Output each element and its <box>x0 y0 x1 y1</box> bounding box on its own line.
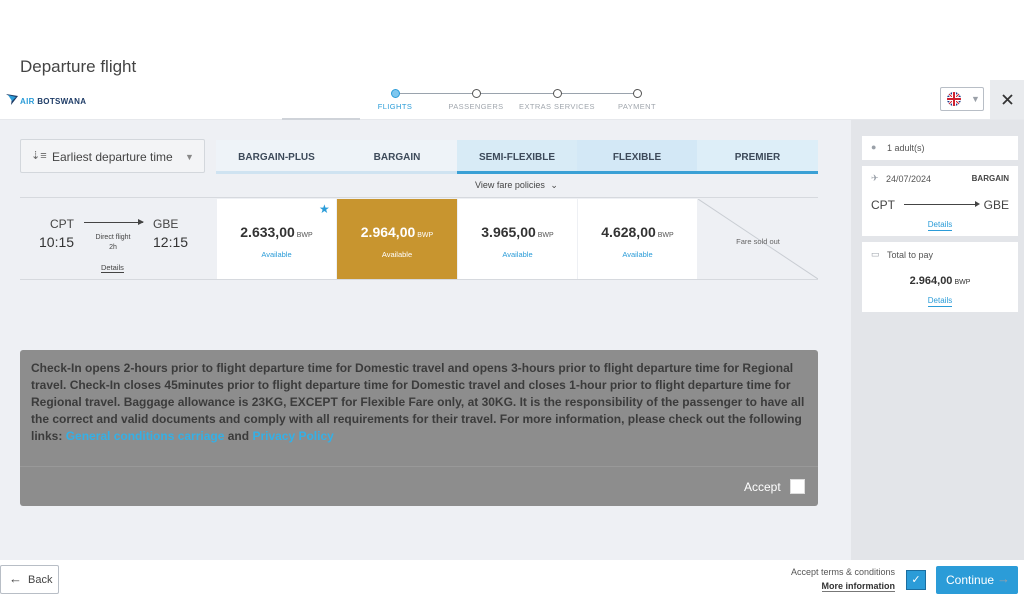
fare-family-premier[interactable]: PREMIER <box>697 140 818 174</box>
flight-summary-card: ✈ 24/07/2024 BARGAIN CPT GBE Details <box>862 166 1018 236</box>
row-divider <box>20 279 818 280</box>
page-title: Departure flight <box>20 57 137 76</box>
air-botswana-logo[interactable]: AIR BOTSWANA <box>5 92 86 106</box>
summary-destination: GBE <box>983 198 1009 212</box>
flight-destination: GBE <box>153 217 179 231</box>
passenger-summary-card: ● 1 adult(s) <box>862 136 1018 160</box>
general-conditions-link[interactable]: General conditions carriage <box>66 429 225 443</box>
header-underline <box>282 118 360 120</box>
step-label: EXTRAS SERVICES <box>519 102 595 111</box>
footer-bar <box>0 560 1024 599</box>
step-label: PAYMENT <box>618 102 656 111</box>
fare-family-semi-flexible[interactable]: SEMI-FLEXIBLE <box>457 140 577 174</box>
fare-price: 4.628,00 BWP <box>601 224 674 240</box>
ticket-icon: ▭ <box>871 249 880 259</box>
flight-summary-details-link[interactable]: Details <box>862 220 1018 231</box>
continue-label: Continue <box>946 573 995 587</box>
step-payment[interactable]: PAYMENT <box>592 88 682 111</box>
step-dot-icon <box>390 89 400 98</box>
fare-option-semi-flexible[interactable]: 3.965,00 BWP Available <box>458 199 577 279</box>
flight-duration: 2h <box>109 244 117 251</box>
step-dot-icon <box>471 89 481 98</box>
sort-dropdown[interactable]: ⇣≡ Earliest departure time ▼ <box>20 139 205 173</box>
fare-price: 2.633,00 BWP <box>240 224 313 240</box>
notice-divider <box>20 466 818 467</box>
flight-stops: Direct flight 2h <box>89 233 137 253</box>
fare-family-bargain-plus[interactable]: BARGAIN-PLUS <box>216 140 337 174</box>
zebra-tail-icon <box>6 94 18 105</box>
total-amount: 2.964,00 BWP <box>909 275 971 287</box>
privacy-policy-link[interactable]: Privacy Policy <box>252 429 333 443</box>
step-dot-icon <box>552 89 562 98</box>
chevron-down-icon: ▼ <box>185 152 194 162</box>
step-label: PASSENGERS <box>448 102 504 111</box>
fare-availability: Available <box>261 250 292 259</box>
back-button[interactable]: ← Back <box>0 565 59 594</box>
arrow-left-icon: ← <box>9 571 22 586</box>
continue-button[interactable]: Continue → <box>936 566 1018 594</box>
star-icon: ★ <box>319 202 330 216</box>
fare-option-bargain[interactable]: 2.964,00 BWP Available <box>337 199 457 279</box>
step-extras[interactable]: EXTRAS SERVICES <box>512 88 602 111</box>
flight-direct-label: Direct flight <box>95 234 131 241</box>
fare-price: 2.964,00 BWP <box>360 224 434 240</box>
top-bar <box>0 0 1024 80</box>
fare-family-bar <box>216 171 457 174</box>
accept-checkbox[interactable] <box>790 479 805 494</box>
close-icon <box>1001 94 1013 105</box>
step-passengers[interactable]: PASSENGERS <box>431 88 521 111</box>
uk-flag-icon <box>947 92 961 106</box>
flight-details-link[interactable]: Details <box>101 263 124 273</box>
summary-fare-family: BARGAIN <box>971 174 1009 183</box>
checkin-notice: Check-In opens 2-hours prior to flight d… <box>20 350 818 506</box>
logo-wordmark: AIR BOTSWANA <box>20 97 87 106</box>
arrow-right-icon <box>904 204 978 205</box>
arrow-right-icon <box>84 219 144 225</box>
row-divider <box>20 197 818 198</box>
language-select[interactable]: ▼ <box>940 87 984 111</box>
fare-family-bar <box>457 171 818 174</box>
arrow-right-icon: → <box>997 571 1010 586</box>
booking-steps: FLIGHTS PASSENGERS EXTRAS SERVICES PAYME… <box>370 88 670 113</box>
chevron-down-icon: ⌄ <box>550 180 558 190</box>
fare-availability: Available <box>622 250 653 259</box>
step-label: FLIGHTS <box>377 102 413 111</box>
passenger-count: 1 adult(s) <box>887 143 925 153</box>
back-label: Back <box>28 574 53 586</box>
fare-family-bargain[interactable]: BARGAIN <box>337 140 457 174</box>
sort-icon: ⇣≡ <box>31 150 47 162</box>
fare-sold-out-label: Fare sold out <box>736 237 780 246</box>
total-details-link[interactable]: Details <box>862 296 1018 307</box>
flight-departure-time: 10:15 <box>39 234 75 250</box>
total-label: Total to pay <box>887 250 934 260</box>
accept-label: Accept <box>744 480 781 494</box>
fare-price: 3.965,00 BWP <box>481 224 554 240</box>
flight-arrival-time: 12:15 <box>153 234 189 250</box>
person-icon: ● <box>871 142 877 152</box>
fare-availability: Available <box>502 250 533 259</box>
close-button[interactable] <box>990 80 1024 119</box>
arrow-head <box>975 201 980 207</box>
flight-origin: CPT <box>50 217 74 231</box>
terms-label: Accept terms & conditions <box>790 567 895 577</box>
step-flights[interactable]: FLIGHTS <box>350 88 440 111</box>
fare-availability: Available <box>381 250 413 259</box>
view-fare-policies-link[interactable]: View fare policies ⌄ <box>475 180 558 191</box>
fare-option-flexible[interactable]: 4.628,00 BWP Available <box>578 199 697 279</box>
fare-family-flexible[interactable]: FLEXIBLE <box>577 140 697 174</box>
total-summary-card: ▭ Total to pay 2.964,00 BWP Details <box>862 242 1018 312</box>
summary-origin: CPT <box>871 198 895 212</box>
chevron-down-icon: ▼ <box>971 94 980 104</box>
plane-icon: ✈ <box>871 173 879 183</box>
view-fare-policies-label: View fare policies <box>475 180 545 190</box>
more-information-link[interactable]: More information <box>700 581 895 592</box>
step-dot-icon <box>632 89 642 98</box>
sort-label: Earliest departure time <box>52 150 173 164</box>
terms-checkbox[interactable]: ✓ <box>906 570 926 590</box>
notice-text: Check-In opens 2-hours prior to flight d… <box>31 361 805 443</box>
flight-date: 24/07/2024 <box>886 174 932 184</box>
